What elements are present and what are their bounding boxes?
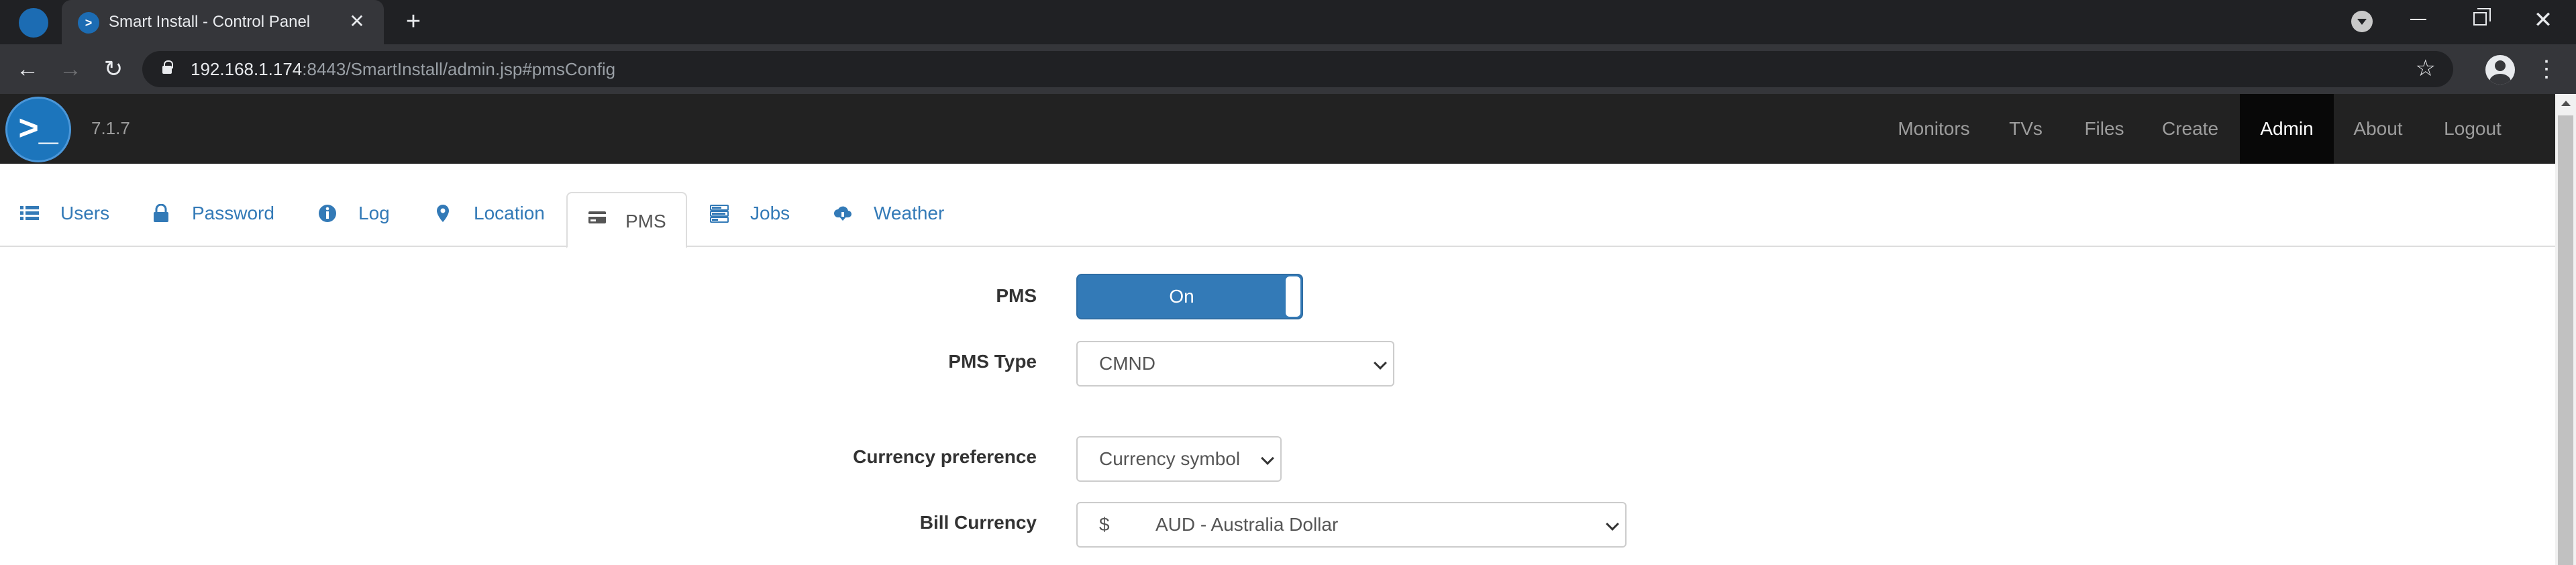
app-logo[interactable]: >_ (5, 97, 71, 162)
url-path: :8443/SmartInstall/admin.jsp#pmsConfig (302, 59, 616, 79)
new-tab-button[interactable]: + (400, 8, 427, 35)
tab-label: Password (192, 203, 274, 223)
scroll-up-icon[interactable] (2561, 101, 2571, 106)
account-icon[interactable] (2485, 55, 2515, 85)
tab-pms[interactable]: PMS (566, 192, 687, 248)
nav-about[interactable]: About (2334, 94, 2422, 164)
browser-menu-icon[interactable]: ⋮ (2535, 54, 2558, 85)
pms-toggle[interactable]: On (1076, 274, 1303, 319)
page-scrollbar[interactable] (2555, 94, 2576, 565)
tab-label: Weather (874, 203, 945, 223)
site-favicon-icon: > (78, 12, 99, 34)
scrollbar-thumb[interactable] (2558, 115, 2573, 565)
browser-tab[interactable]: > Smart Install - Control Panel ✕ (62, 0, 384, 44)
tab-label: Jobs (750, 203, 790, 223)
forward-icon[interactable]: → (55, 54, 86, 85)
tab-log[interactable]: Log (318, 193, 399, 234)
tasks-icon (710, 205, 729, 223)
nav-tvs[interactable]: TVs (1986, 94, 2065, 164)
browser-tab-strip: > Smart Install - Control Panel ✕ + ✕ (0, 0, 2576, 44)
minimize-window-icon[interactable] (2410, 19, 2426, 20)
currency-preference-value: Currency symbol (1099, 448, 1241, 469)
tab-label: PMS (625, 211, 666, 232)
currency-preference-label: Currency preference (853, 446, 1037, 467)
chevron-down-icon (1261, 452, 1274, 465)
credit-card-icon (588, 211, 606, 223)
app-navbar: >_ 7.1.7 Monitors TVs Files Create Admin… (0, 94, 2555, 164)
tab-label: Users (60, 203, 110, 223)
nav-admin[interactable]: Admin (2240, 94, 2334, 164)
tab-users[interactable]: Users (20, 193, 121, 234)
admin-tabs: Users Password Log Location PMS Jobs Wea… (0, 164, 2555, 248)
pms-type-label: PMS Type (948, 351, 1037, 372)
pms-label: PMS (996, 285, 1037, 306)
app-version: 7.1.7 (91, 118, 130, 138)
pms-toggle-handle[interactable] (1286, 276, 1300, 317)
lock-icon (154, 204, 168, 222)
bill-currency-value: AUD - Australia Dollar (1155, 514, 1339, 535)
map-marker-icon (437, 205, 449, 222)
bill-currency-select[interactable]: $ AUD - Australia Dollar (1076, 502, 1627, 548)
tab-password[interactable]: Password (152, 193, 286, 234)
tab-jobs[interactable]: Jobs (710, 193, 804, 234)
tab-label: Log (358, 203, 390, 223)
chevron-down-icon (1606, 517, 1619, 531)
nav-files[interactable]: Files (2065, 94, 2143, 164)
nav-logout[interactable]: Logout (2422, 94, 2523, 164)
browser-tab-title: Smart Install - Control Panel (109, 13, 311, 31)
close-window-icon[interactable]: ✕ (2530, 7, 2557, 34)
pms-type-select[interactable]: CMND (1076, 341, 1394, 387)
url-host: 192.168.1.174 (191, 59, 303, 79)
nav-monitors[interactable]: Monitors (1882, 94, 1986, 164)
lock-icon[interactable] (162, 60, 173, 74)
bookmark-star-icon[interactable]: ☆ (2416, 55, 2436, 82)
browser-toolbar: ← → ↻ 192.168.1.174:8443/SmartInstall/ad… (0, 44, 2576, 94)
back-icon[interactable]: ← (12, 54, 43, 85)
reload-icon[interactable]: ↻ (98, 54, 129, 85)
address-bar[interactable]: 192.168.1.174:8443/SmartInstall/admin.js… (142, 51, 2453, 87)
pms-toggle-label: On (1169, 286, 1194, 307)
info-icon (319, 205, 336, 222)
cloud-download-icon (834, 206, 852, 221)
bill-currency-symbol: $ (1099, 514, 1110, 535)
bill-currency-label: Bill Currency (919, 512, 1037, 533)
pinned-app-tab[interactable] (19, 8, 48, 38)
chevron-down-icon (1374, 356, 1387, 370)
tab-search-icon[interactable] (2351, 11, 2373, 32)
restore-window-icon[interactable] (2473, 8, 2491, 25)
close-tab-icon[interactable]: ✕ (344, 8, 370, 35)
list-icon (20, 206, 39, 220)
nav-create[interactable]: Create (2143, 94, 2237, 164)
currency-preference-select[interactable]: Currency symbol (1076, 436, 1282, 482)
tab-location[interactable]: Location (433, 193, 554, 234)
tab-weather[interactable]: Weather (833, 193, 961, 234)
tab-label: Location (474, 203, 545, 223)
url-text[interactable]: 192.168.1.174:8443/SmartInstall/admin.js… (191, 59, 615, 79)
pms-type-value: CMND (1099, 353, 1155, 374)
